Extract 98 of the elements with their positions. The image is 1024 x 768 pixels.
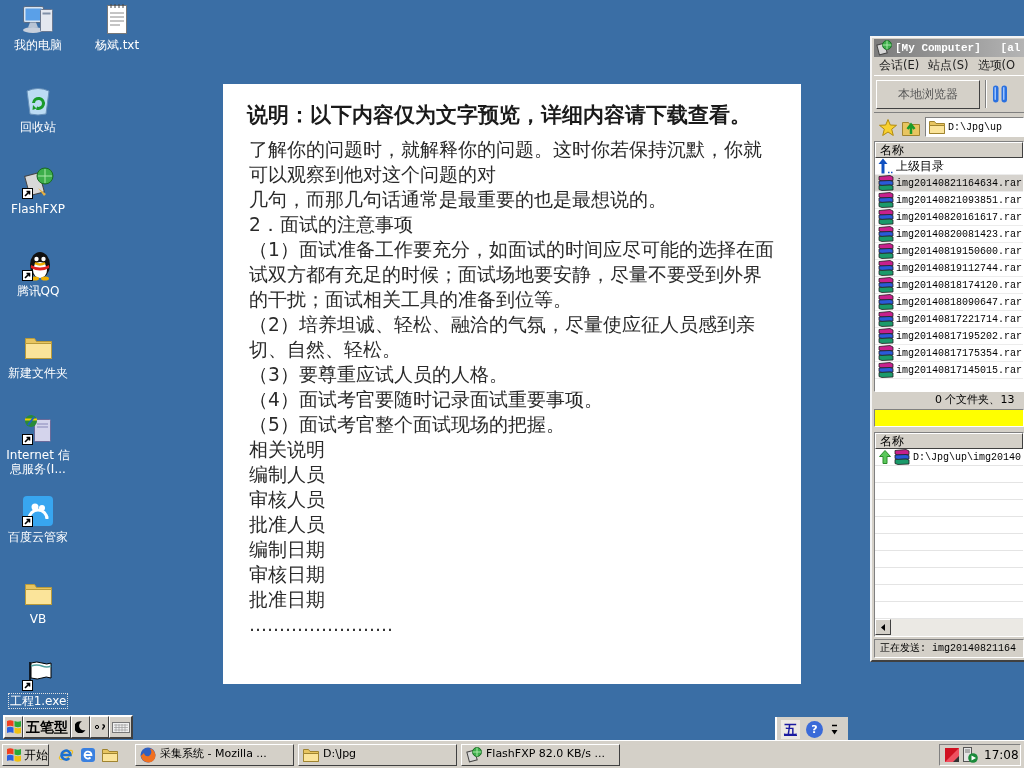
computer-icon[interactable] [22,3,54,35]
server-computer-icon[interactable] [22,413,54,445]
globe-document-icon [466,746,482,763]
square-e-icon[interactable] [80,746,96,763]
globe-document-icon [876,40,892,56]
file-row[interactable]: img20140817175354.rar [875,345,1023,362]
flag-icon[interactable] [22,659,54,691]
paragraph: 2．面试的注意事项 [249,213,414,237]
paragraph: 相关说明 [249,438,326,462]
paragraph: （3）要尊重应试人员的人格。 [249,363,509,387]
desktop-icon-label[interactable]: 回收站 [18,119,58,135]
desktop-icon-label[interactable]: FlashFXP [9,201,67,217]
archive-books-icon [878,243,894,259]
ellipsis-dots: …………………… [249,613,393,637]
flag-tray-icon[interactable] [944,746,960,763]
scroll-left-button[interactable] [875,619,891,635]
archive-books-icon [878,209,894,225]
browser-e-icon[interactable] [58,746,74,763]
taskbar-button[interactable]: 采集系统 - Mozilla ... [135,743,294,766]
ime-indicator-button[interactable]: 五 [781,719,800,739]
status-text: 正在发送: img20140821164 [880,642,1016,656]
file-row[interactable]: img20140818174120.rar [875,277,1023,294]
desktop-icon-label[interactable]: 百度云管家 [6,529,70,545]
archive-books-icon [878,362,894,378]
moon-icon[interactable] [75,721,86,733]
summary-text: 0 个文件夹、13 [935,392,1015,409]
paragraph: 审核日期 [249,563,326,587]
ime-mode-button[interactable]: 五笔型 [23,716,71,738]
paragraph: 批准日期 [249,588,326,612]
column-header[interactable]: 名称 [875,142,1023,158]
desktop-icon-label[interactable]: 新建文件夹 [6,365,70,381]
window-title: [My Computer] [al [895,40,1021,56]
archive-books-icon [878,294,894,310]
punctuation-icon[interactable] [94,724,105,730]
clock-text[interactable]: 17:08 [984,745,1019,764]
left-triangle-icon [881,623,885,631]
desktop-icon-label[interactable]: 工程1.exe [7,693,69,709]
menu-item[interactable]: 选项(O [977,57,1016,75]
desktop-icon-label[interactable]: 我的电脑 [12,37,64,53]
paragraph: （4）面试考官要随时记录面试重要事项。 [249,388,604,412]
windows-logo-icon [6,746,22,763]
archive-books-icon [894,449,910,465]
file-row[interactable]: img20140817145015.rar [875,362,1023,379]
file-row[interactable]: img20140817195202.rar [875,328,1023,345]
paragraph: （2）培养坦诚、轻松、融洽的气氛，尽量使应征人员感到亲 切、自然、轻松。 [249,313,756,362]
fox-globe-icon [140,746,156,763]
scrollbar[interactable] [875,619,1023,636]
file-row[interactable]: img20140819150600.rar [875,243,1023,260]
file-row[interactable]: img20140820081423.rar [875,226,1023,243]
archive-books-icon [878,175,894,191]
paragraph: 编制日期 [249,538,326,562]
windows-flag-icon[interactable] [5,719,22,735]
file-row[interactable]: img20140817221714.rar [875,311,1023,328]
taskbar-button[interactable]: D:\Jpg [298,743,457,766]
archive-books-icon [878,260,894,276]
file-row[interactable]: img20140819112744.rar [875,260,1023,277]
upload-arrow-icon [879,450,891,464]
menu-item[interactable]: 会话(E) [879,57,920,75]
archive-books-icon [878,328,894,344]
folder-icon [929,120,945,134]
paragraph: （5）面试考官整个面试现场的把握。 [249,413,566,437]
pause-icon[interactable] [992,85,1008,103]
archive-books-icon [878,226,894,242]
globe-document-icon[interactable] [22,167,54,199]
file-row[interactable]: img20140821164634.rar [875,175,1023,192]
paragraph: 编制人员 [249,463,326,487]
paragraph: 了解你的问题时，就解释你的问题。这时你若保持沉默，你就 可以观察到他对这个问题的对 几句，而那几句话通常是最重要的也是最想说的。 [249,138,763,212]
menu-item[interactable]: 站点(S) [928,57,969,75]
options-arrow-icon[interactable] [831,723,838,735]
file-row[interactable]: img20140820161617.rar [875,209,1023,226]
help-button[interactable]: ? [806,720,823,738]
file-row[interactable]: img20140821093851.rar [875,192,1023,209]
start-button[interactable]: 开始 [2,743,49,766]
cloud-tile-icon[interactable] [22,495,54,527]
server-play-icon[interactable] [962,746,978,763]
paragraph: 审核人员 [249,488,326,512]
desktop-icon-label[interactable]: 腾讯QQ [14,283,62,299]
archive-books-icon [878,311,894,327]
archive-books-icon [878,192,894,208]
folder-icon [303,747,319,762]
up-arrow-icon [878,158,894,174]
local-browser-button[interactable]: 本地浏览器 [876,79,980,109]
star-icon[interactable] [879,118,897,136]
file-row[interactable]: img20140818090647.rar [875,294,1023,311]
desktop-icon-label[interactable]: 杨斌.txt [92,37,142,53]
document-title: 说明：以下内容仅为文字预览，详细内容请下载查看。 [247,102,752,129]
keyboard-icon[interactable] [111,721,130,733]
paragraph: （1）面试准备工作要充分，如面试的时间应尽可能的选择在面 试双方都有充足的时候；面试场地要安静，尽量不要受到外界 的干扰；面试相关工具的准备到位等。 [249,238,775,312]
folder-icon[interactable] [102,747,118,762]
paragraph: 批准人员 [249,513,326,537]
archive-books-icon [878,277,894,293]
column-header[interactable]: 名称 [875,433,1023,449]
path-field[interactable]: D:\Jpg\up [925,117,1024,137]
queue-row[interactable]: D:\Jpg\up\img20140 [875,449,1023,466]
archive-books-icon [878,345,894,361]
taskbar-button[interactable]: FlashFXP 82.0 KB/s ... [461,743,620,766]
desktop-icon-label[interactable]: VB [27,611,49,627]
desktop-icon-label[interactable]: Internet 信息服务(I... [1,447,75,477]
